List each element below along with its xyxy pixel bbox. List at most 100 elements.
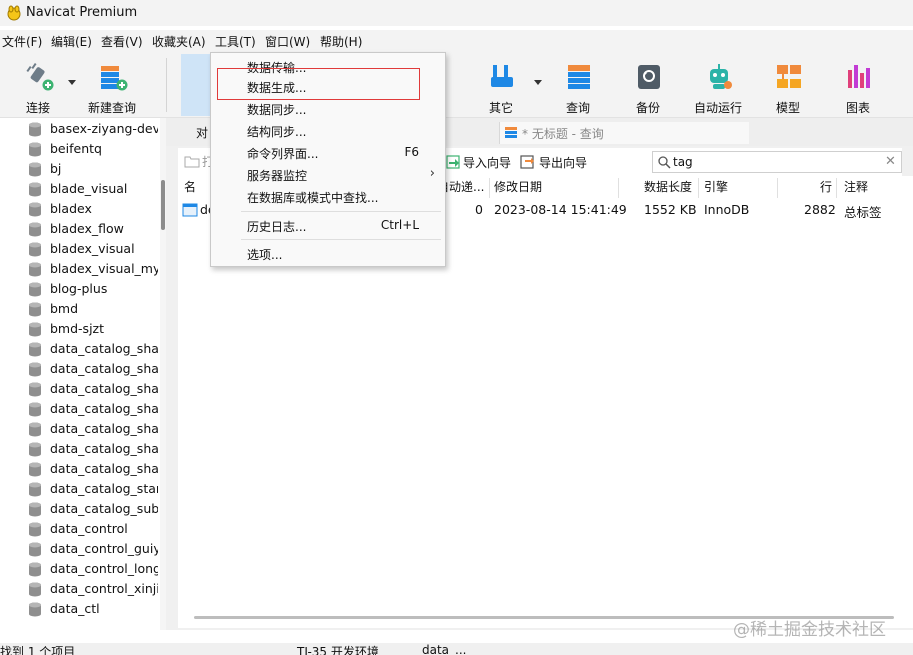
database-name: bladex: [50, 201, 92, 216]
clear-search-icon[interactable]: ✕: [885, 154, 899, 170]
database-item[interactable]: data_catalog_share: [0, 379, 160, 399]
menu-item-options[interactable]: 选项...: [211, 243, 445, 265]
chart-button[interactable]: 图表: [826, 56, 890, 116]
database-name: data_catalog_share: [50, 401, 158, 416]
menu-item-command-line[interactable]: 命令列界面... F6: [211, 142, 445, 164]
column-header-name[interactable]: 名: [184, 178, 196, 200]
database-icon: [29, 502, 41, 517]
connect-dropdown-icon[interactable]: [68, 80, 76, 86]
import-wizard-icon: [446, 155, 460, 169]
menu-item-find-in-database[interactable]: 在数据库或模式中查找...: [211, 186, 445, 208]
database-name: blade_visual: [50, 181, 128, 196]
database-item[interactable]: blade_visual: [0, 179, 160, 199]
database-item[interactable]: data_catalog_standard: [0, 479, 160, 499]
table-row-engine: InnoDB: [704, 202, 750, 217]
database-item[interactable]: bmd-sjzt: [0, 319, 160, 339]
database-item[interactable]: data_catalog_share: [0, 359, 160, 379]
database-item[interactable]: data_catalog_share: [0, 459, 160, 479]
column-divider[interactable]: [618, 178, 619, 198]
watermark: @稀土掘金技术社区: [733, 620, 886, 640]
database-icon: [29, 302, 41, 317]
menu-item-structure-sync[interactable]: 结构同步...: [211, 120, 445, 142]
chart-icon: [848, 65, 870, 88]
database-item[interactable]: bmd: [0, 299, 160, 319]
column-header-comment[interactable]: 注释: [844, 178, 868, 200]
database-item[interactable]: bj: [0, 159, 160, 179]
column-header-engine[interactable]: 引擎: [704, 178, 728, 200]
open-folder-icon[interactable]: [184, 154, 200, 168]
connect-label: 连接: [25, 101, 50, 115]
menu-item-data-sync[interactable]: 数据同步...: [211, 98, 445, 120]
tab-objects[interactable]: 对: [196, 124, 208, 146]
model-button[interactable]: 模型: [756, 56, 820, 116]
database-icon: [29, 482, 41, 497]
export-wizard-button[interactable]: 导出向导: [539, 154, 587, 171]
column-divider[interactable]: [777, 178, 778, 198]
menu-bar: 文件(F) 编辑(E) 查看(V) 收藏夹(A) 工具(T) 窗口(W) 帮助(…: [0, 30, 913, 52]
database-item[interactable]: data_catalog_share: [0, 419, 160, 439]
other-dropdown-icon[interactable]: [534, 80, 542, 86]
database-item[interactable]: bladex_visual: [0, 239, 160, 259]
table-row-auto-increment: 0: [475, 202, 483, 217]
database-item[interactable]: data_control: [0, 519, 160, 539]
tab-untitled-query[interactable]: * 无标题 - 查询: [499, 122, 749, 144]
database-item[interactable]: bladex_flow: [0, 219, 160, 239]
import-wizard-button[interactable]: 导入向导: [463, 154, 511, 171]
menu-edit[interactable]: 编辑(E): [51, 33, 92, 51]
database-item[interactable]: bladex: [0, 199, 160, 219]
menu-item-label: 历史日志...: [247, 220, 307, 234]
column-divider[interactable]: [489, 178, 490, 198]
query-button[interactable]: 查询: [546, 56, 610, 116]
database-icon: [29, 242, 41, 257]
database-item[interactable]: data_catalog_share: [0, 439, 160, 459]
database-item[interactable]: blog-plus: [0, 279, 160, 299]
menu-tools[interactable]: 工具(T): [215, 33, 256, 51]
other-button[interactable]: 其它: [469, 56, 533, 116]
menu-item-history-log[interactable]: 历史日志... Ctrl+L: [211, 215, 445, 237]
new-query-button[interactable]: 新建查询: [80, 56, 144, 116]
model-label: 模型: [775, 101, 800, 115]
search-input[interactable]: [673, 154, 873, 170]
database-item[interactable]: bladex_visual_mysql: [0, 259, 160, 279]
menu-favorites[interactable]: 收藏夹(A): [152, 33, 206, 51]
connect-button[interactable]: 连接: [6, 56, 70, 116]
database-item[interactable]: basex-ziyang-dev: [0, 119, 160, 139]
database-icon: [29, 442, 41, 457]
database-icon: [29, 582, 41, 597]
database-icon: [29, 142, 41, 157]
navigator-scroll-thumb[interactable]: [161, 180, 165, 230]
database-icon: [29, 382, 41, 397]
menu-view[interactable]: 查看(V): [101, 33, 143, 51]
database-name: data_control_guiyang: [50, 541, 158, 556]
column-divider[interactable]: [698, 178, 699, 198]
database-item[interactable]: data_control_guiyang: [0, 539, 160, 559]
database-name: data_catalog_share: [50, 421, 158, 436]
object-search-box[interactable]: ✕: [652, 151, 902, 173]
robot-icon: [710, 64, 732, 89]
database-item[interactable]: data_catalog_share: [0, 399, 160, 419]
database-item[interactable]: data_catalog_share: [0, 339, 160, 359]
menu-item-server-monitor[interactable]: 服务器监控 ›: [211, 164, 445, 186]
column-header-modified[interactable]: 修改日期: [494, 178, 542, 200]
table-row-rows: 2882: [804, 202, 836, 217]
database-item[interactable]: data_control_longgang: [0, 559, 160, 579]
database-item[interactable]: beifentq: [0, 139, 160, 159]
database-item[interactable]: data_catalog_subsys: [0, 499, 160, 519]
menu-window[interactable]: 窗口(W): [265, 33, 310, 51]
menu-file[interactable]: 文件(F): [2, 33, 42, 51]
database-item[interactable]: data_ctl: [0, 599, 160, 619]
database-name: bladex_visual_mysql: [50, 261, 158, 276]
database-item[interactable]: data_control_xinjiang: [0, 579, 160, 599]
database-icon: [29, 342, 41, 357]
column-header-data-length[interactable]: 数据长度: [644, 178, 692, 200]
menu-help[interactable]: 帮助(H): [320, 33, 362, 51]
menu-item-label: 命令列界面...: [247, 147, 319, 161]
connection-navigator: basex-ziyang-dev beifentq bj blade_visualbl…: [0, 118, 166, 630]
submenu-arrow-icon: ›: [429, 166, 435, 181]
backup-button[interactable]: 备份: [616, 56, 680, 116]
menu-item-label: 服务器监控: [247, 169, 308, 183]
auto-run-button[interactable]: 自动运行: [686, 56, 750, 116]
column-header-rows[interactable]: 行: [820, 178, 832, 200]
column-divider[interactable]: [836, 178, 837, 198]
search-icon: [658, 156, 671, 169]
